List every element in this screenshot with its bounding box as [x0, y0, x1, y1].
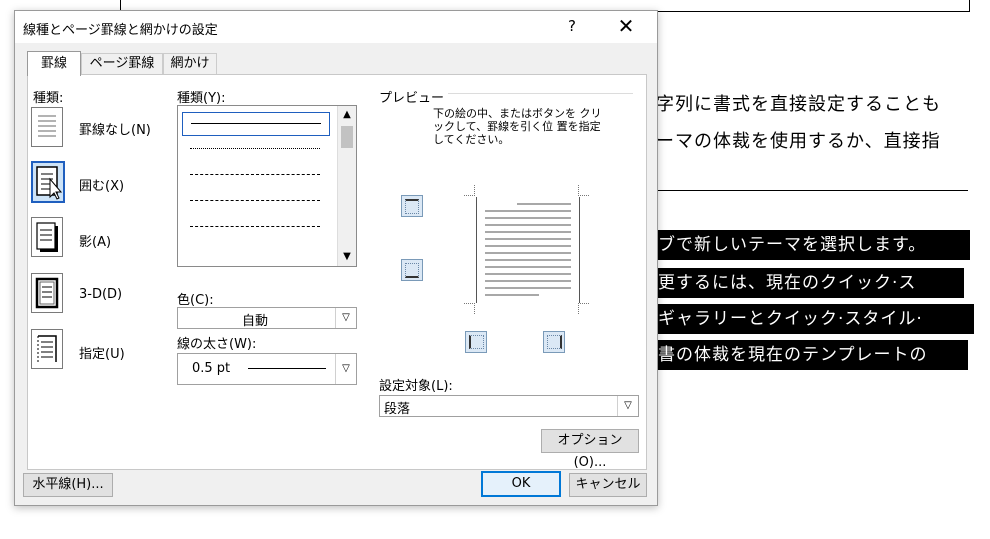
line-width-value: 0.5 pt	[192, 361, 231, 376]
ok-button[interactable]: OK	[481, 471, 561, 497]
document-highlighted-line-4: 書の体裁を現在のテンプレートの	[656, 340, 968, 370]
close-button[interactable]: ✕	[613, 13, 639, 39]
cancel-button[interactable]: キャンセル	[569, 473, 647, 497]
border-shadow-icon	[36, 222, 58, 252]
bottom-border-button[interactable]	[401, 259, 423, 281]
color-dropdown[interactable]: 自動 ▽	[177, 307, 357, 329]
preview-label: プレビュー	[379, 87, 449, 106]
color-label: 色(C):	[177, 293, 214, 308]
setting-label: 種類:	[33, 91, 64, 106]
border-custom-icon	[37, 335, 57, 362]
setting-box-button[interactable]	[31, 161, 65, 203]
setting-shadow-button[interactable]	[31, 217, 63, 257]
options-button[interactable]: オプション(O)...	[541, 429, 639, 470]
chevron-down-icon[interactable]: ▽	[335, 308, 356, 328]
document-highlighted-line-3: ギャラリーとクイック·スタイル·	[656, 304, 974, 334]
line-style-scrollbar[interactable]: ▲ ▼	[337, 106, 356, 266]
color-value: 自動	[242, 314, 269, 329]
tab-page-border[interactable]: ページ罫線	[81, 53, 163, 74]
scroll-down-icon[interactable]: ▼	[338, 248, 356, 266]
line-style-dashed-small[interactable]	[182, 164, 328, 186]
scroll-thumb[interactable]	[341, 126, 353, 148]
border-3d-icon	[35, 277, 59, 309]
tab-borders[interactable]: 罫線	[27, 51, 81, 76]
line-style-dotted[interactable]	[182, 138, 328, 160]
style-label: 種類(Y):	[177, 91, 226, 106]
apply-to-label: 設定対象(L):	[379, 379, 453, 394]
help-button[interactable]: ?	[561, 15, 583, 37]
preview-instructions: 下の絵の中、またはボタンを クリックして、罫線を引く位 置を指定してください。	[433, 107, 602, 146]
setting-none-button[interactable]	[31, 107, 63, 147]
right-border-icon	[547, 335, 562, 349]
line-style-dash-dot[interactable]	[182, 216, 328, 238]
left-border-icon	[469, 335, 484, 349]
preview-page[interactable]	[476, 197, 580, 303]
border-none-icon	[38, 115, 56, 137]
chevron-down-icon[interactable]: ▽	[617, 396, 638, 416]
document-highlighted-line-2: 更するには、現在のクイック·ス	[656, 268, 964, 298]
line-width-sample	[248, 368, 326, 369]
preview-corner-bottom-left	[464, 303, 475, 314]
setting-shadow-label: 影(A)	[79, 235, 112, 250]
document-text-line-2: ーマの体裁を使用するか、直接指	[656, 131, 941, 152]
line-style-list[interactable]: ▲ ▼	[177, 105, 357, 267]
apply-to-dropdown[interactable]: 段落 ▽	[379, 395, 639, 417]
document-highlighted-line-1: ブで新しいテーマを選択します。	[656, 230, 970, 260]
right-border-button[interactable]	[543, 331, 565, 353]
preview-corner-bottom-right	[578, 303, 589, 314]
preview-corner-top-right	[578, 185, 589, 196]
horizontal-line-button[interactable]: 水平線(H)...	[23, 473, 113, 497]
setting-none-label: 罫線なし(N)	[79, 123, 151, 138]
bottom-border-icon	[405, 263, 419, 278]
dialog-title: 線種とページ罫線と網かけの設定	[23, 23, 218, 38]
setting-custom-button[interactable]	[31, 329, 63, 369]
setting-3d-button[interactable]	[31, 273, 63, 313]
border-box-icon	[36, 166, 63, 200]
setting-box-label: 囲む(X)	[79, 179, 125, 194]
borders-and-shading-dialog: 線種とページ罫線と網かけの設定 ? ✕ 罫線 ページ罫線 網かけ 種類: 罫線な…	[14, 10, 658, 506]
top-border-icon	[405, 199, 419, 214]
top-border-button[interactable]	[401, 195, 423, 217]
line-width-dropdown[interactable]: 0.5 pt ▽	[177, 353, 357, 385]
dialog-titlebar[interactable]: 線種とページ罫線と網かけの設定 ? ✕	[15, 11, 657, 43]
chevron-down-icon[interactable]: ▽	[335, 354, 356, 384]
apply-to-value: 段落	[384, 402, 411, 417]
document-text-line-1: 字列に書式を直接設定することも	[656, 94, 941, 115]
preview-corner-top-left	[464, 185, 475, 196]
width-label: 線の太さ(W):	[177, 337, 257, 352]
scroll-up-icon[interactable]: ▲	[338, 106, 356, 124]
setting-custom-label: 指定(U)	[79, 347, 125, 362]
document-horizontal-rule	[656, 190, 968, 191]
tab-shading[interactable]: 網かけ	[163, 53, 217, 74]
setting-3d-label: 3-D(D)	[79, 287, 123, 302]
line-style-dashed[interactable]	[182, 190, 328, 212]
left-border-button[interactable]	[465, 331, 487, 353]
line-style-solid[interactable]	[182, 112, 330, 136]
